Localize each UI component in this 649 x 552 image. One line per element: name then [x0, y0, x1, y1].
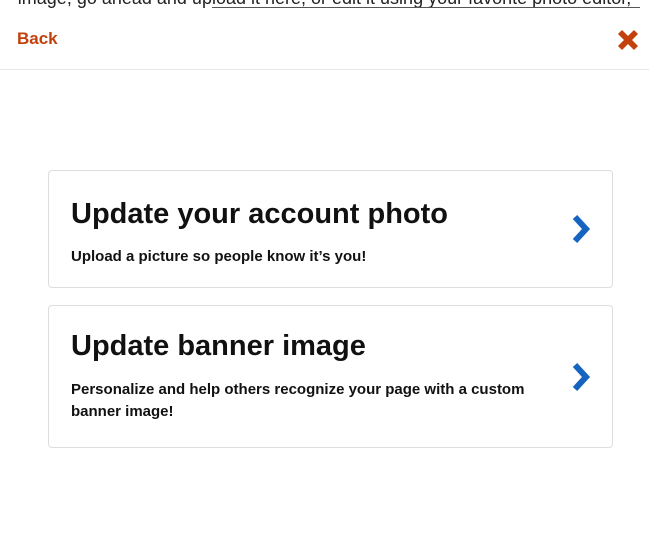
option-description: Personalize and help others recognize yo…	[71, 381, 525, 420]
update-account-photo-option[interactable]: Update your account photo Upload a pictu…	[48, 170, 613, 288]
option-title: Update your account photo	[71, 198, 448, 230]
option-description: Upload a picture so people know it’s you…	[71, 248, 367, 265]
close-x-icon	[618, 30, 638, 50]
chevron-right-icon	[572, 362, 591, 392]
photo-options-page: image, go ahead and upload it here, or e…	[0, 0, 649, 552]
header: Back	[0, 0, 649, 70]
option-title: Update banner image	[71, 330, 366, 362]
update-banner-image-option[interactable]: Update banner image Personalize and help…	[48, 305, 613, 448]
back-button[interactable]: Back	[17, 29, 58, 49]
chevron-right-icon	[572, 214, 591, 244]
close-button[interactable]	[615, 27, 641, 53]
